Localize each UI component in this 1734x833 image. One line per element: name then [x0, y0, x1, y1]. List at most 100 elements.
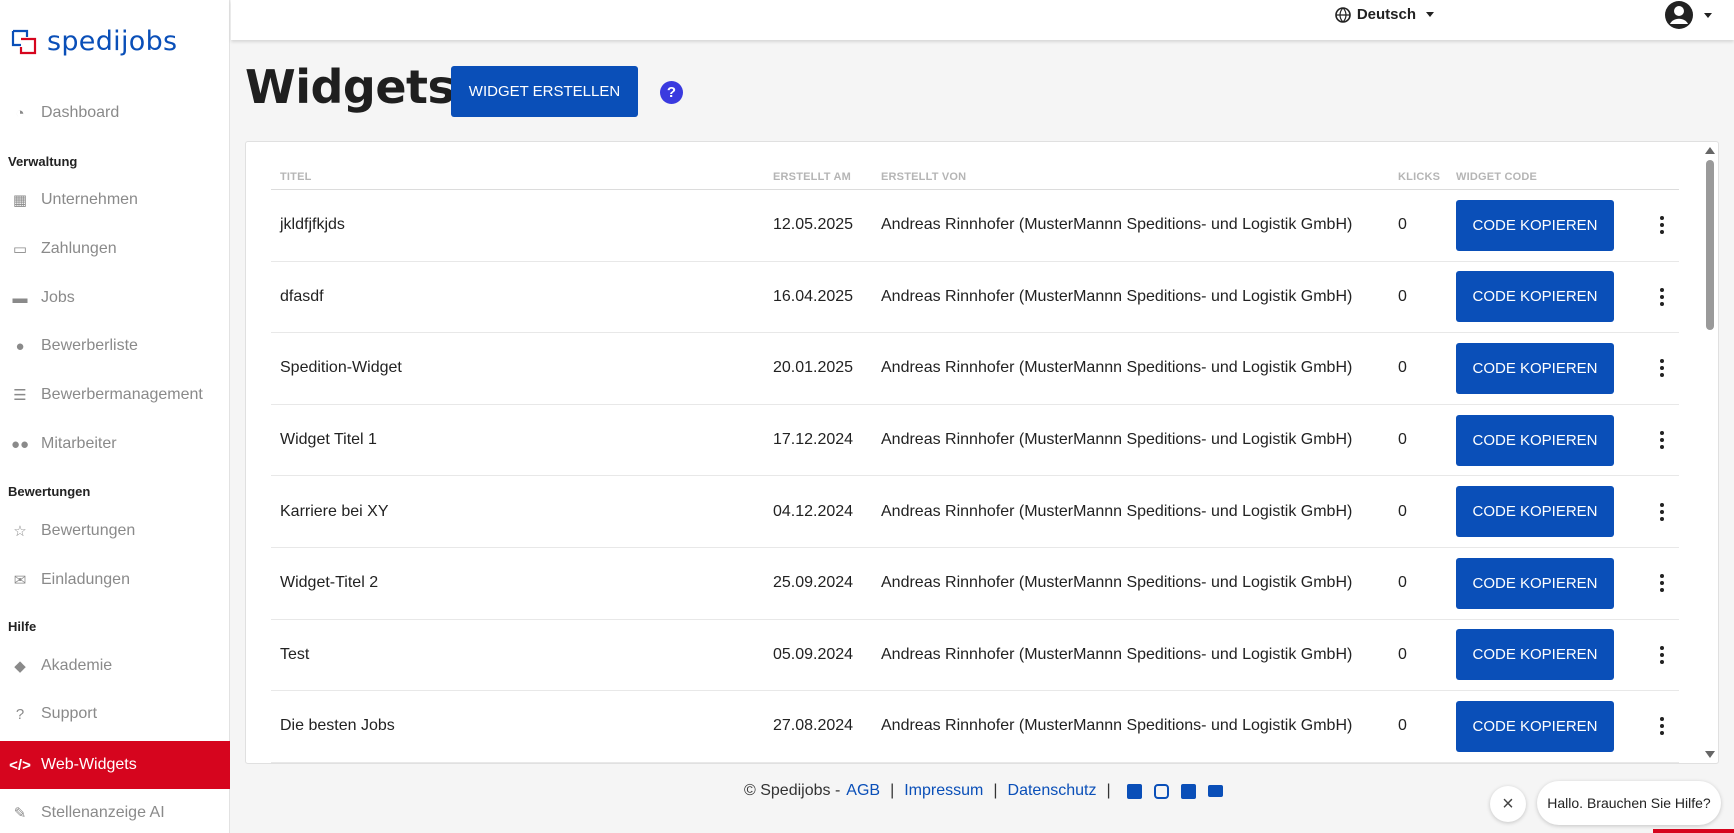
page-title: Widgets	[245, 60, 455, 114]
scroll-down-icon[interactable]	[1705, 751, 1715, 758]
sidebar-item-label: Bewertungen	[41, 522, 136, 539]
widget-created-by: Andreas Rinnhofer (MusterMannn Spedition…	[881, 645, 1353, 663]
sidebar-item-einladungen[interactable]: ✉ Einladungen	[0, 558, 230, 602]
widget-clicks: 0	[1398, 645, 1407, 663]
user-menu[interactable]	[1664, 0, 1712, 30]
widget-title: Widget-Titel 2	[280, 574, 379, 592]
more-vertical-icon[interactable]	[1654, 212, 1666, 238]
copy-code-button[interactable]: CODE KOPIEREN	[1456, 486, 1614, 538]
widget-created-at: 04.12.2024	[773, 502, 854, 520]
column-header-clicks: KLICKS	[1398, 170, 1441, 183]
table-row: Karriere bei XY 04.12.2024 Andreas Rinnh…	[271, 476, 1679, 548]
user-avatar-icon	[1665, 1, 1693, 29]
table-row: dfasdf 16.04.2025 Andreas Rinnhofer (Mus…	[271, 262, 1679, 334]
more-vertical-icon[interactable]	[1654, 570, 1666, 596]
more-vertical-icon[interactable]	[1654, 499, 1666, 525]
widget-title: dfasdf	[280, 287, 324, 305]
copy-code-button[interactable]: CODE KOPIEREN	[1456, 342, 1614, 394]
widget-created-by: Andreas Rinnhofer (MusterMannn Spedition…	[881, 574, 1353, 592]
create-widget-button[interactable]: WIDGET ERSTELLEN	[451, 66, 638, 117]
logo-mark-icon	[11, 29, 37, 54]
sidebar-item-label: Bewerberliste	[41, 337, 138, 354]
sidebar-item-label: Einladungen	[41, 571, 130, 588]
sidebar-item-bewerberliste[interactable]: ● Bewerberliste	[0, 324, 230, 368]
copy-code-button[interactable]: CODE KOPIEREN	[1456, 629, 1614, 681]
widget-created-by: Andreas Rinnhofer (MusterMannn Spedition…	[881, 216, 1353, 234]
sidebar-item-label: Akademie	[41, 657, 113, 674]
sidebar-item-bewerbermanagement[interactable]: ☰ Bewerbermanagement	[0, 373, 230, 417]
sidebar-item-label: Stellenanzeige AI	[41, 804, 165, 821]
sidebar-item-akademie[interactable]: ◆ Akademie	[0, 644, 230, 688]
widget-created-at: 25.09.2024	[773, 574, 854, 592]
sidebar-item-jobs[interactable]: ▬ Jobs	[0, 276, 230, 320]
instagram-icon[interactable]	[1153, 783, 1169, 799]
chevron-down-icon	[1426, 12, 1434, 17]
section-hilfe: Hilfe	[8, 619, 37, 634]
linkedin-icon[interactable]	[1180, 783, 1196, 799]
table-scrollbar[interactable]	[1702, 142, 1718, 763]
chat-prompt[interactable]: Hallo. Brauchen Sie Hilfe?	[1537, 781, 1721, 825]
scroll-thumb[interactable]	[1706, 160, 1714, 330]
widget-title: Spedition-Widget	[280, 359, 402, 377]
footer-separator: |	[890, 782, 895, 799]
widget-clicks: 0	[1398, 216, 1407, 234]
more-vertical-icon[interactable]	[1654, 427, 1666, 453]
chat-launcher-edge[interactable]	[1653, 829, 1734, 833]
widget-created-at: 16.04.2025	[773, 287, 854, 305]
envelope-icon[interactable]	[1207, 785, 1223, 797]
widget-created-at: 20.01.2025	[773, 359, 854, 377]
sidebar-item-support[interactable]: ? Support	[0, 692, 230, 736]
sidebar-item-web-widgets[interactable]: </> Web-Widgets	[0, 741, 230, 789]
widget-clicks: 0	[1398, 431, 1407, 449]
table-row: Die besten Jobs 27.08.2024 Andreas Rinnh…	[271, 691, 1679, 763]
sidebar-item-bewertungen[interactable]: ☆ Bewertungen	[0, 509, 230, 553]
sidebar-item-unternehmen[interactable]: ▦ Unternehmen	[0, 178, 230, 222]
sidebar-item-zahlungen[interactable]: ▭ Zahlungen	[0, 227, 230, 271]
chat-close-icon[interactable]: ×	[1490, 786, 1526, 822]
copy-code-button[interactable]: CODE KOPIEREN	[1456, 557, 1614, 609]
building-icon: ▦	[12, 192, 28, 209]
sidebar-item-stellenanzeige-ai[interactable]: ✎ Stellenanzeige AI	[0, 791, 230, 833]
sidebar-item-label: Unternehmen	[41, 191, 138, 208]
more-vertical-icon[interactable]	[1654, 355, 1666, 381]
column-header-created-at: ERSTELLT AM	[773, 170, 851, 183]
section-bewertungen: Bewertungen	[8, 484, 91, 499]
more-vertical-icon[interactable]	[1654, 713, 1666, 739]
user-clock-icon: ●	[15, 337, 25, 355]
sidebar-item-mitarbeiter[interactable]: ●● Mitarbeiter	[0, 422, 230, 466]
footer-link-datenschutz[interactable]: Datenschutz	[1008, 782, 1097, 800]
scroll-up-icon[interactable]	[1705, 147, 1715, 154]
copy-code-button[interactable]: CODE KOPIEREN	[1456, 414, 1614, 466]
widget-title: Karriere bei XY	[280, 502, 389, 520]
footer-link-agb[interactable]: AGB	[846, 782, 880, 800]
sidebar-item-dashboard[interactable]: ◔ Dashboard	[0, 91, 230, 135]
widget-clicks: 0	[1398, 359, 1407, 377]
copy-code-button[interactable]: CODE KOPIEREN	[1456, 199, 1614, 251]
widget-created-by: Andreas Rinnhofer (MusterMannn Spedition…	[881, 359, 1353, 377]
chevron-down-icon	[1704, 12, 1712, 18]
logo[interactable]: spedijobs	[11, 26, 177, 57]
footer-link-impressum[interactable]: Impressum	[904, 782, 983, 800]
help-icon[interactable]: ?	[660, 81, 683, 104]
logo-text: spedijobs	[47, 26, 178, 57]
table-row: jkldfjfkjds 12.05.2025 Andreas Rinnhofer…	[271, 190, 1679, 262]
table-header: TITEL ERSTELLT AM ERSTELLT VON KLICKS WI…	[271, 164, 1679, 190]
more-vertical-icon[interactable]	[1654, 642, 1666, 668]
language-selector[interactable]: Deutsch	[1335, 6, 1434, 23]
widget-clicks: 0	[1398, 287, 1407, 305]
footer-separator: |	[1106, 782, 1111, 799]
copy-code-button[interactable]: CODE KOPIEREN	[1456, 271, 1614, 323]
sidebar-item-label: Support	[41, 705, 98, 722]
section-verwaltung: Verwaltung	[8, 154, 78, 169]
facebook-icon[interactable]	[1126, 783, 1142, 799]
copy-code-button[interactable]: CODE KOPIEREN	[1456, 700, 1614, 752]
column-header-created-by: ERSTELLT VON	[881, 170, 967, 183]
widget-created-at: 12.05.2025	[773, 216, 854, 234]
footer: © Spedijobs - AGB | Impressum | Datensch…	[744, 782, 1223, 800]
table-row: Widget-Titel 2 25.09.2024 Andreas Rinnho…	[271, 548, 1679, 620]
graduation-icon: ◆	[14, 658, 26, 675]
widget-title: jkldfjfkjds	[280, 216, 345, 234]
more-vertical-icon[interactable]	[1654, 284, 1666, 310]
footer-copyright: © Spedijobs -	[744, 782, 841, 799]
topbar: Deutsch	[231, 0, 1734, 40]
